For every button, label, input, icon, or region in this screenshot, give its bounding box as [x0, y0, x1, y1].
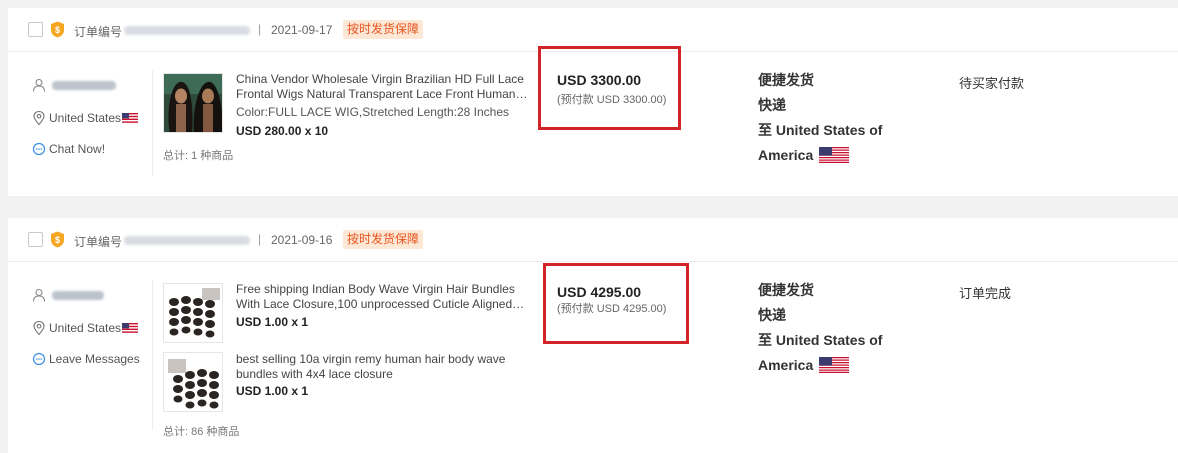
prepayment-amount: (预付款 USD 3300.00) — [557, 94, 667, 106]
location-pin-icon — [33, 321, 45, 335]
product-total-count: 总计: 1 种商品 — [163, 150, 234, 162]
order-checkbox[interactable] — [28, 22, 43, 37]
shipping-destination: 至 United States of — [758, 332, 883, 348]
order-date: 2021-09-16 — [271, 233, 333, 247]
ship-guarantee-tag: 按时发货保障 — [343, 20, 424, 39]
order-amount: USD 3300.00 — [557, 72, 642, 88]
shipping-destination-country: America — [758, 143, 882, 168]
product-title[interactable]: China Vendor Wholesale Virgin Brazilian … — [236, 72, 536, 102]
us-flag-icon — [122, 113, 139, 123]
guarantee-badge-icon: $ — [51, 231, 64, 248]
header-separator: | — [258, 232, 262, 246]
buyer-country: United States — [49, 321, 122, 335]
wig-product-image — [164, 74, 222, 132]
order-number-blurred — [124, 236, 250, 245]
us-flag-icon — [819, 147, 850, 163]
buyer-country: United States — [49, 111, 122, 125]
guarantee-badge-icon: $ — [51, 21, 64, 38]
order-number-blurred — [124, 26, 250, 35]
shipping-carrier: 快递 — [758, 307, 786, 323]
column-divider — [152, 280, 153, 430]
leave-messages-label: Leave Messages — [49, 352, 140, 366]
prepayment-amount: (预付款 USD 4295.00) — [557, 303, 667, 315]
product-price-qty: USD 1.00 x 1 — [236, 315, 309, 329]
user-icon — [32, 288, 46, 302]
chat-now-label: Chat Now! — [49, 142, 106, 156]
buyer-name[interactable] — [32, 288, 104, 302]
hair-bundle-image — [164, 284, 222, 342]
message-icon — [32, 352, 46, 366]
chat-icon — [32, 142, 46, 156]
order-number-label: 订单编号 — [74, 25, 123, 39]
hair-bundle-image — [164, 353, 222, 411]
user-icon — [32, 78, 46, 92]
product-price-qty: USD 280.00 x 10 — [236, 124, 329, 138]
amount-highlight-box — [538, 46, 681, 130]
shipping-destination: 至 United States of — [758, 122, 883, 138]
header-separator: | — [258, 22, 262, 36]
us-flag-icon — [819, 357, 850, 373]
svg-text:$: $ — [55, 25, 60, 35]
buyer-name-blurred — [52, 290, 104, 300]
svg-text:$: $ — [55, 235, 60, 245]
buyer-name-blurred — [52, 80, 116, 90]
order-checkbox[interactable] — [28, 232, 43, 247]
order-card: $ 订单编号 | 2021-09-17 按时发货保障 United States — [8, 8, 1178, 196]
shipping-info: 便捷发货 快递 至 United States of America — [758, 68, 882, 168]
us-flag-icon — [122, 323, 139, 333]
buyer-location: United States — [32, 321, 139, 335]
shipping-method: 便捷发货 — [758, 72, 814, 88]
order-amount: USD 4295.00 — [557, 284, 642, 300]
product-total-count: 总计: 86 种商品 — [163, 426, 240, 438]
order-status: 待买家付款 — [959, 76, 1025, 91]
shipping-info: 便捷发货 快递 至 United States of America — [758, 278, 882, 378]
buyer-location: United States — [32, 111, 139, 125]
column-divider — [152, 70, 153, 176]
shipping-destination-country: America — [758, 353, 882, 378]
order-header: $ 订单编号 | 2021-09-16 按时发货保障 — [8, 218, 1178, 262]
shipping-carrier: 快递 — [758, 97, 786, 113]
order-status: 订单完成 — [959, 286, 1012, 301]
order-card: $ 订单编号 | 2021-09-16 按时发货保障 United States — [8, 218, 1178, 453]
order-date: 2021-09-17 — [271, 23, 333, 37]
ship-guarantee-tag: 按时发货保障 — [343, 230, 424, 249]
order-number-label: 订单编号 — [74, 235, 123, 249]
location-pin-icon — [33, 111, 45, 125]
shipping-method: 便捷发货 — [758, 282, 814, 298]
product-price-qty: USD 1.00 x 1 — [236, 384, 309, 398]
leave-messages-link[interactable]: Leave Messages — [32, 352, 140, 366]
chat-now-link[interactable]: Chat Now! — [32, 142, 105, 156]
product-thumbnail[interactable] — [163, 352, 223, 412]
product-spec: Color:FULL LACE WIG,Stretched Length:28 … — [236, 105, 510, 119]
buyer-name[interactable] — [32, 78, 116, 92]
product-title[interactable]: best selling 10a virgin remy human hair … — [236, 352, 536, 382]
product-thumbnail[interactable] — [163, 73, 223, 133]
product-thumbnail[interactable] — [163, 283, 223, 343]
product-title[interactable]: Free shipping Indian Body Wave Virgin Ha… — [236, 282, 536, 312]
